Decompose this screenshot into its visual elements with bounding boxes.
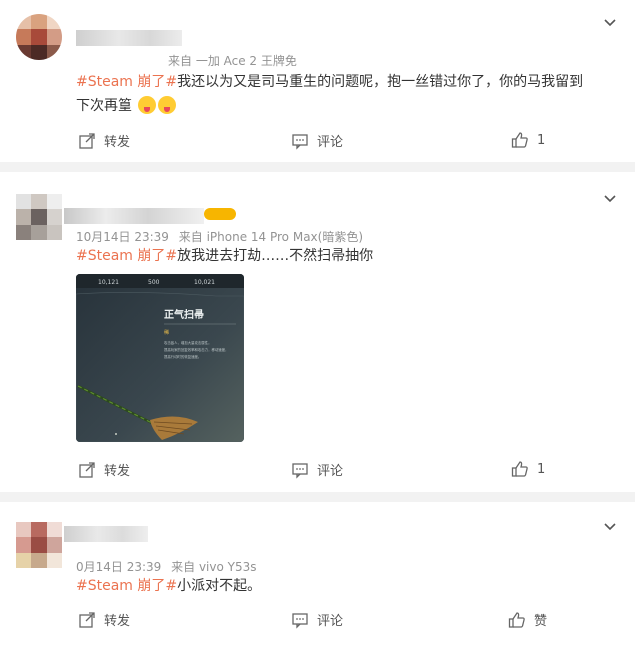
vip-badge [204, 208, 236, 220]
like-count: 1 [537, 461, 546, 477]
thumbs-up-icon [508, 611, 525, 628]
post-time[interactable]: 0月14日 23:39 [76, 560, 161, 574]
post-body: 放我进去打劫……不然扫帚抽你 [177, 248, 374, 264]
topic-tag[interactable]: #Steam 崩了# [76, 578, 177, 594]
comment-icon [292, 462, 308, 479]
thumbs-up-icon [511, 132, 528, 148]
repost-label: 转发 [104, 135, 131, 150]
avatar[interactable] [16, 522, 62, 568]
repost-icon [79, 132, 95, 149]
topic-tag[interactable]: #Steam 崩了# [76, 74, 177, 90]
post-source: 来自 iPhone 14 Pro Max(暗紫色) [178, 230, 364, 244]
thumbs-up-icon [511, 461, 528, 477]
username-blurred[interactable] [64, 208, 204, 224]
post-meta: 10月14日 23:39 来自 iPhone 14 Pro Max(暗紫色) [76, 228, 369, 245]
comment-button[interactable]: 评论 [291, 610, 343, 629]
item-desc-line: 攻击敌人，增加大量攻击属性。 [164, 340, 211, 345]
post-card: 0月14日 23:39 来自 vivo Y53s #Steam 崩了#小派对不起… [0, 502, 635, 648]
post-source: 来自 vivo Y53s [171, 560, 257, 574]
post-time[interactable]: 10月14日 23:39 [76, 230, 169, 244]
comment-label: 评论 [317, 614, 344, 629]
item-desc-line: 提高行动时的恢复速度。 [164, 354, 201, 359]
comment-icon [292, 612, 308, 629]
action-bar: 转发 评论 1 [0, 460, 635, 484]
chevron-down-icon[interactable] [603, 520, 617, 534]
comment-label: 评论 [317, 464, 344, 479]
post-meta: 来自 一加 Ace 2 王牌免 [168, 52, 303, 69]
repost-label: 转发 [104, 614, 131, 629]
repost-button[interactable]: 转发 [78, 460, 130, 479]
topic-tag[interactable]: #Steam 崩了# [76, 248, 177, 264]
repost-icon [79, 611, 95, 628]
status-value-3: 10,021 [194, 279, 215, 286]
action-bar: 转发 评论 1 [0, 131, 635, 155]
broom-screenshot: 10,121 500 10,021 正气扫帚 稀 攻击敌人，增加大量攻击属性。 … [76, 274, 244, 442]
comment-icon [292, 133, 308, 150]
like-button[interactable]: 1 [511, 131, 545, 149]
status-value-1: 10,121 [98, 279, 119, 286]
item-rarity: 稀 [164, 329, 169, 336]
post-text: #Steam 崩了#我还以为又是司马重生的问题呢，抱一丝错过你了，你的马我留到下… [76, 70, 595, 118]
like-label: 赞 [534, 614, 548, 629]
item-desc-line: 提高玩家的回复效率和攻击力，移动速度， [164, 347, 228, 352]
post-card: 来自 一加 Ace 2 王牌免 #Steam 崩了#我还以为又是司马重生的问题呢… [0, 0, 635, 162]
username-blurred[interactable] [64, 526, 148, 542]
post-meta: 0月14日 23:39 来自 vivo Y53s [76, 558, 263, 575]
comment-button[interactable]: 评论 [291, 131, 343, 150]
like-button[interactable]: 1 [511, 460, 545, 478]
status-value-2: 500 [148, 279, 160, 286]
chevron-down-icon[interactable] [603, 16, 617, 30]
repost-icon [79, 461, 95, 478]
item-title: 正气扫帚 [164, 308, 204, 321]
username-blurred[interactable] [76, 30, 182, 46]
tongue-emoji-icon [158, 96, 177, 114]
like-count: 1 [537, 132, 546, 148]
action-bar: 转发 评论 赞 [0, 610, 635, 634]
repost-label: 转发 [104, 464, 131, 479]
comment-label: 评论 [317, 135, 344, 150]
comment-button[interactable]: 评论 [291, 460, 343, 479]
repost-button[interactable]: 转发 [78, 610, 130, 629]
post-text: #Steam 崩了#小派对不起。 [76, 574, 595, 598]
repost-button[interactable]: 转发 [78, 131, 130, 150]
tongue-emoji-icon [138, 96, 157, 114]
avatar[interactable] [16, 14, 62, 60]
post-body: 小派对不起。 [177, 578, 262, 594]
like-button[interactable]: 赞 [508, 610, 547, 629]
chevron-down-icon[interactable] [603, 192, 617, 206]
post-source: 来自 一加 Ace 2 王牌免 [168, 54, 297, 68]
avatar[interactable] [16, 194, 62, 240]
post-text: #Steam 崩了#放我进去打劫……不然扫帚抽你 [76, 244, 595, 268]
post-image[interactable]: 10,121 500 10,021 正气扫帚 稀 攻击敌人，增加大量攻击属性。 … [76, 274, 244, 442]
post-card: 10月14日 23:39 来自 iPhone 14 Pro Max(暗紫色) #… [0, 172, 635, 492]
